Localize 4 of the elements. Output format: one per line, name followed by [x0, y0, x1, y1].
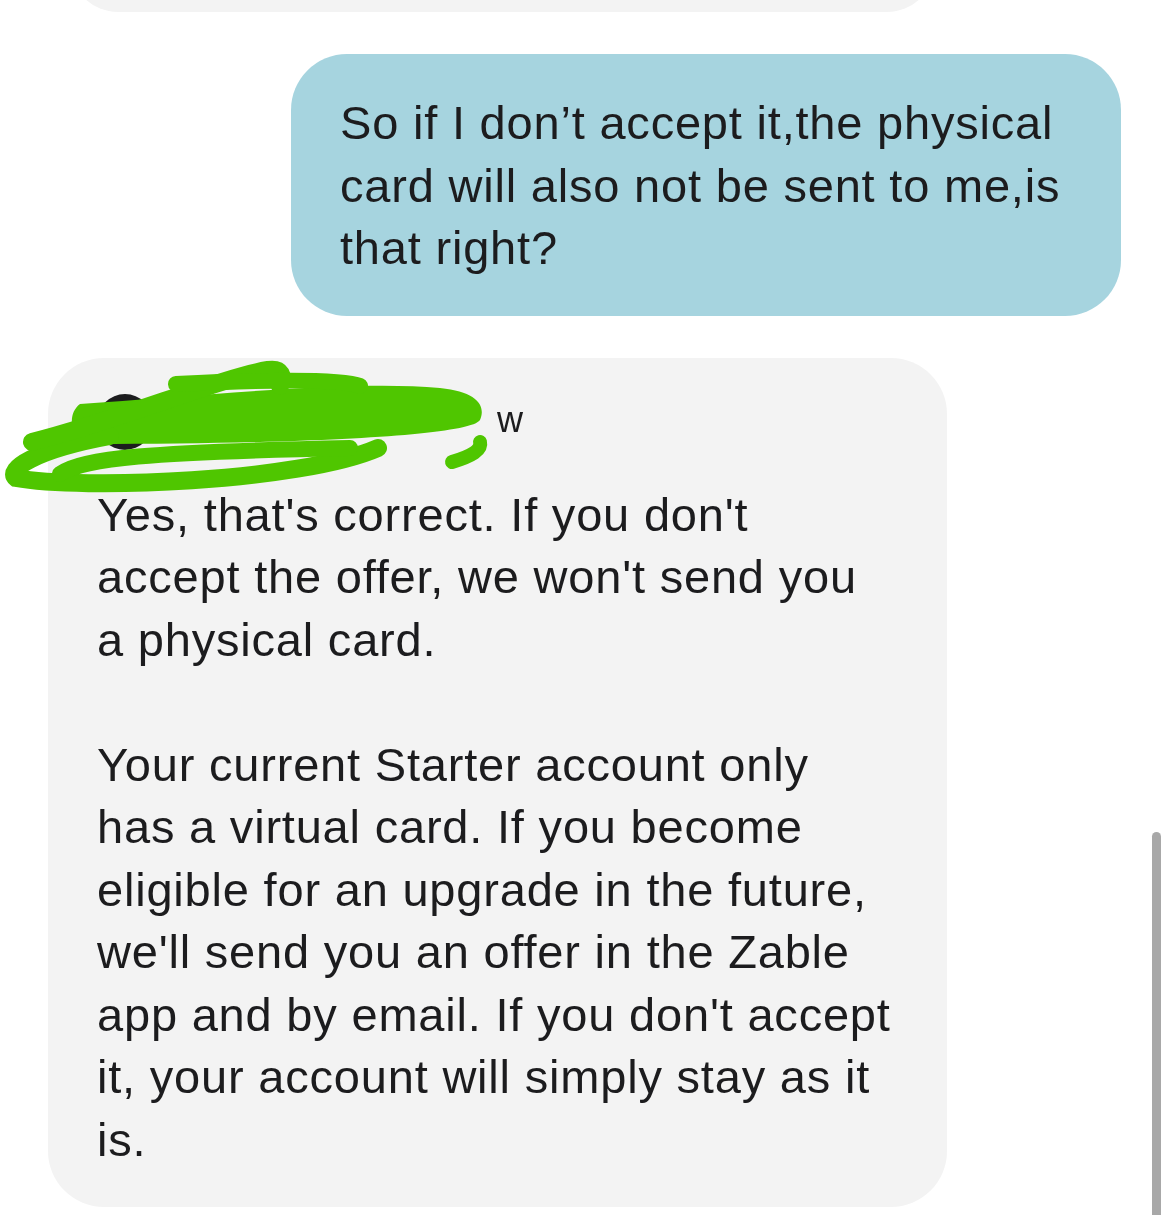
message-text: Yes, that's correct. If you don't accept the offer, we won't send you a physical card.: [97, 486, 858, 668]
message-text: So if I don’t accept it,the physical card will also not be sent to me,is that right?: [340, 95, 1062, 276]
message-text: Your current Starter account only has a virtual card. If you become eligible for an upgrade in the future, we'll send you an offer in the Zable app and by email. If you don't accept it, your account will simply stay as it is.: [97, 736, 892, 1168]
sender-name: w: [497, 399, 523, 440]
